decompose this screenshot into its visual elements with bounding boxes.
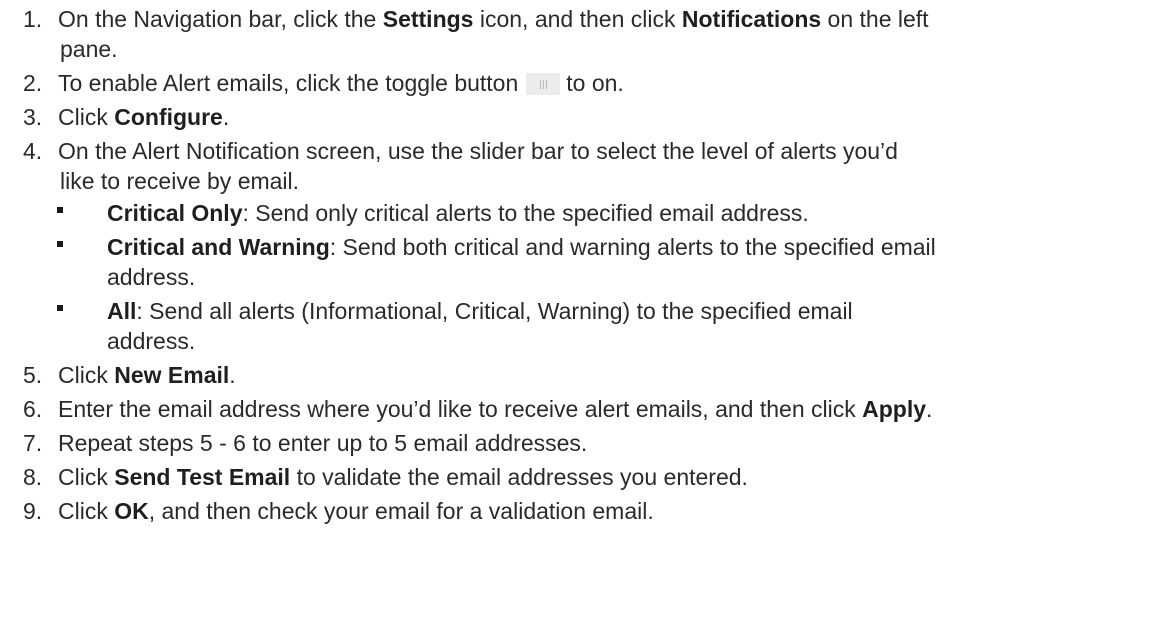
settings-term: Settings: [382, 6, 474, 32]
step-text: On the Navigation bar, click the: [58, 6, 383, 32]
bullet-text-continued: address.: [107, 328, 196, 354]
step-text-continued: like to receive by email.: [60, 168, 300, 194]
square-bullet-icon: [57, 305, 63, 311]
square-bullet-icon: [57, 241, 63, 247]
step-text-continued: pane.: [60, 36, 118, 62]
bullet-critical-only: Critical Only: Send only critical alerts…: [0, 198, 1173, 228]
step-3: 3. Click Configure.: [0, 102, 1173, 132]
step-number: 3.: [23, 104, 43, 130]
step-text: to on.: [566, 70, 624, 96]
step-text: .: [926, 396, 933, 422]
step-text: Enter the email address where you’d like…: [58, 396, 863, 422]
step-text: .: [222, 104, 230, 130]
step-number: 8.: [23, 464, 43, 490]
notifications-term: Notifications: [681, 6, 822, 32]
alert-level-list: Critical Only: Send only critical alerts…: [57, 198, 1173, 356]
step-7: 7. Repeat steps 5 - 6 to enter up to 5 e…: [0, 428, 1173, 458]
step-8: 8. Click Send Test Email to validate the…: [0, 462, 1173, 492]
square-bullet-icon: [57, 207, 63, 213]
step-2: 2. To enable Alert emails, click the tog…: [0, 68, 1173, 98]
bullet-term: All: [107, 298, 137, 324]
step-number: 7.: [23, 430, 43, 456]
step-number: 2.: [23, 70, 43, 96]
step-6: 6. Enter the email address where you’d l…: [0, 394, 1173, 424]
document: 1. On the Navigation bar, click the Sett…: [0, 0, 1173, 617]
bullet-term: Critical Only: [107, 200, 243, 226]
send-test-email-term: Send Test Email: [114, 464, 291, 490]
step-number: 9.: [23, 498, 43, 524]
step-text: To enable Alert emails, click the toggle…: [58, 70, 519, 96]
step-text: Click: [58, 464, 115, 490]
step-1: 1. On the Navigation bar, click the Sett…: [0, 4, 1173, 64]
step-9: 9. Click OK, and then check your email f…: [0, 496, 1173, 526]
step-number: 6.: [23, 396, 43, 422]
step-number: 5.: [23, 362, 43, 388]
bullet-all: All: Send all alerts (Informational, Cri…: [0, 296, 1173, 356]
new-email-term: New Email: [114, 362, 230, 388]
bullet-text: : Send only critical alerts to the speci…: [242, 200, 809, 226]
bullet-text: : Send both critical and warning alerts …: [329, 234, 936, 260]
step-number: 4.: [23, 138, 43, 164]
step-number: 1.: [23, 6, 43, 32]
bullet-critical-and-warning: Critical and Warning: Send both critical…: [0, 232, 1173, 292]
apply-term: Apply: [862, 396, 927, 422]
toggle-off-icon: [526, 73, 561, 95]
step-text: .: [229, 362, 236, 388]
step-text: on the left: [821, 6, 929, 32]
bullet-text-continued: address.: [107, 264, 196, 290]
instruction-steps: 1. On the Navigation bar, click the Sett…: [0, 0, 1173, 526]
step-text: Click: [58, 362, 115, 388]
step-text: to validate the email addresses you ente…: [290, 464, 748, 490]
step-text: Click: [58, 498, 115, 524]
step-5: 5. Click New Email.: [0, 360, 1173, 390]
step-text: Repeat steps 5 - 6 to enter up to 5 emai…: [58, 430, 588, 456]
bullet-text: : Send all alerts (Informational, Critic…: [136, 298, 853, 324]
ok-term: OK: [114, 498, 149, 524]
configure-term: Configure: [114, 104, 223, 130]
step-text: Click: [58, 104, 115, 130]
step-text: icon, and then click: [473, 6, 682, 32]
step-text: , and then check your email for a valida…: [148, 498, 654, 524]
step-text: On the Alert Notification screen, use th…: [58, 138, 898, 164]
step-4: 4. On the Alert Notification screen, use…: [0, 136, 1173, 356]
bullet-term: Critical and Warning: [107, 234, 330, 260]
